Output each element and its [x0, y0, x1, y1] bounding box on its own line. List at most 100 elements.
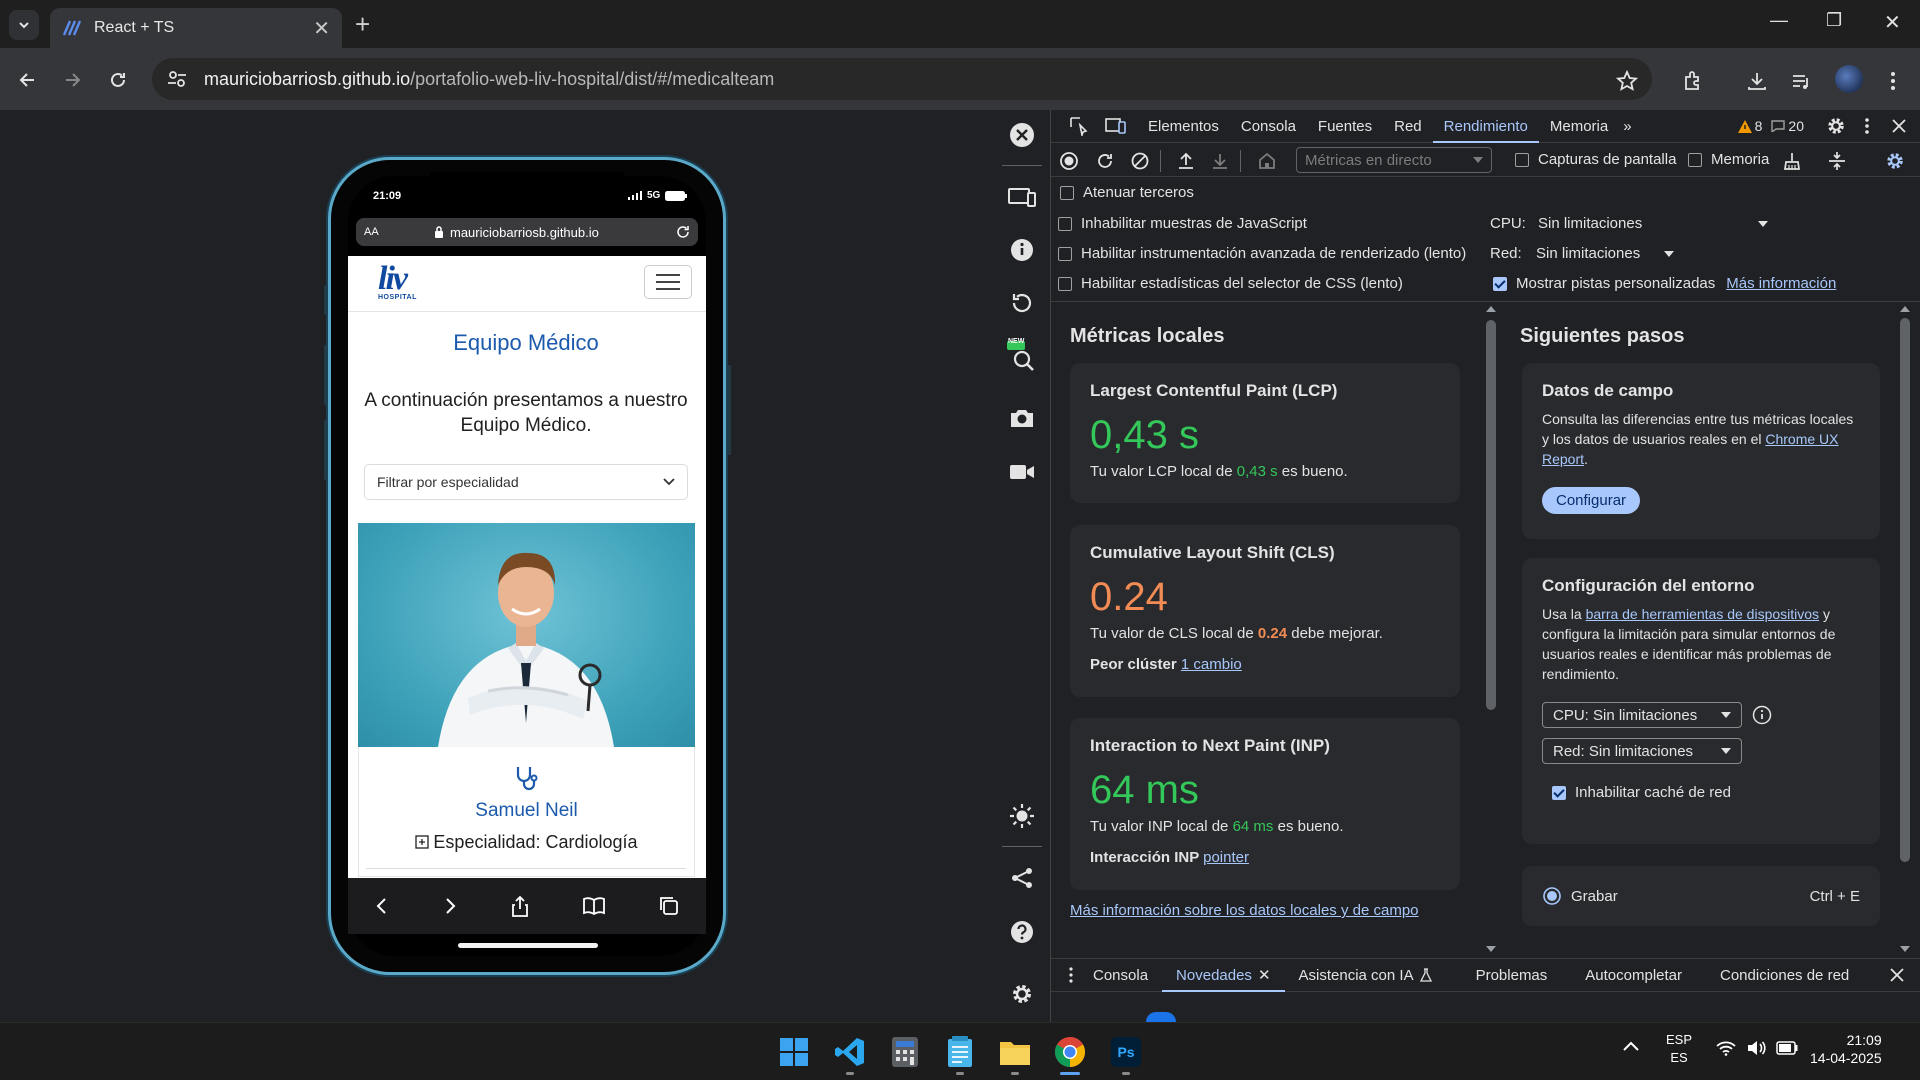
devtools-close-icon[interactable]: [1892, 119, 1906, 133]
extensions-icon[interactable]: [1680, 68, 1706, 94]
custom-tracks-checkbox[interactable]: Mostrar pistas personalizadas Más informa…: [1493, 275, 1836, 292]
forward-button[interactable]: [58, 66, 86, 94]
screenshot-button[interactable]: [1006, 402, 1038, 434]
drawer-tab-consola[interactable]: Consola: [1079, 958, 1162, 992]
record-button[interactable]: [1058, 150, 1080, 172]
home-button[interactable]: [1256, 150, 1278, 172]
metrics-scroll-thumb[interactable]: [1486, 320, 1496, 710]
tab-search-button[interactable]: [9, 10, 39, 40]
bookmark-star-icon[interactable]: [1614, 68, 1640, 94]
record-video-button[interactable]: [1006, 456, 1038, 488]
share-button[interactable]: [1006, 862, 1038, 894]
system-tray-icons[interactable]: [1716, 1040, 1798, 1056]
device-info-button[interactable]: [1006, 234, 1038, 266]
file-explorer-taskbar-button[interactable]: [995, 1032, 1035, 1072]
new-tab-button[interactable]: +: [355, 11, 370, 37]
device-toolbar-link[interactable]: barra de herramientas de dispositivos: [1586, 606, 1819, 622]
side-settings-button[interactable]: [1006, 978, 1038, 1010]
inspect-element-icon[interactable]: [1069, 116, 1089, 136]
reader-aa-button[interactable]: AA: [364, 226, 434, 238]
phone-address-bar[interactable]: AA mauriciobarriosb.github.io: [356, 218, 698, 246]
tab-consola[interactable]: Consola: [1230, 110, 1307, 143]
capture-settings-button[interactable]: [1884, 150, 1906, 172]
phone-forward-icon[interactable]: [442, 896, 458, 916]
show-more-settings-button[interactable]: [1826, 150, 1848, 172]
network-throttle-select[interactable]: Sin limitaciones: [1536, 245, 1674, 262]
rotate-button[interactable]: [1006, 287, 1038, 319]
drawer-tab-autocompletar[interactable]: Autocompletar: [1571, 958, 1696, 992]
record-card[interactable]: Grabar Ctrl + E: [1522, 866, 1880, 926]
tabs-icon[interactable]: [658, 895, 680, 917]
garbage-collect-button[interactable]: [1781, 150, 1803, 172]
tab-memoria[interactable]: Memoria: [1539, 110, 1619, 143]
browser-menu-icon[interactable]: [1880, 68, 1906, 94]
dim-third-parties-checkbox[interactable]: Atenuar terceros: [1060, 184, 1194, 201]
screenshots-checkbox[interactable]: Capturas de pantalla: [1515, 151, 1676, 168]
hamburger-menu-button[interactable]: [644, 265, 692, 299]
tab-fuentes[interactable]: Fuentes: [1307, 110, 1383, 143]
input-language[interactable]: ESP ES: [1666, 1031, 1692, 1067]
warnings-counter[interactable]: 8 20: [1737, 118, 1804, 134]
restore-icon[interactable]: ❐: [1826, 10, 1842, 31]
memory-checkbox[interactable]: Memoria: [1688, 151, 1769, 168]
css-selector-stats-checkbox[interactable]: Habilitar estadísticas del selector de C…: [1058, 275, 1403, 292]
share-icon[interactable]: [510, 895, 530, 917]
window-close-icon[interactable]: ✕: [1884, 10, 1901, 35]
more-info-link[interactable]: Más información: [1726, 275, 1836, 292]
devtools-menu-icon[interactable]: [1864, 117, 1870, 135]
help-button[interactable]: [1006, 916, 1038, 948]
start-button[interactable]: [774, 1032, 814, 1072]
drawer-tab-problemas[interactable]: Problemas: [1462, 958, 1562, 992]
more-tabs-button[interactable]: »: [1619, 110, 1635, 143]
clear-button[interactable]: [1129, 150, 1151, 172]
advanced-rendering-checkbox[interactable]: Habilitar instrumentación avanzada de re…: [1058, 245, 1466, 262]
device-type-button[interactable]: [1006, 181, 1038, 213]
bookmarks-icon[interactable]: [582, 896, 606, 916]
env-cpu-select[interactable]: CPU: Sin limitaciones: [1542, 702, 1742, 728]
cpu-throttle-select[interactable]: Sin limitaciones: [1538, 215, 1768, 232]
local-field-data-link[interactable]: Más información sobre los datos locales …: [1070, 902, 1419, 919]
env-network-select[interactable]: Red: Sin limitaciones: [1542, 738, 1742, 764]
drawer-tab-condiciones-red[interactable]: Condiciones de red: [1706, 958, 1863, 992]
disable-js-samples-checkbox[interactable]: Inhabilitar muestras de JavaScript: [1058, 215, 1307, 232]
drawer-tab-close-icon[interactable]: ✕: [1258, 966, 1271, 984]
upload-profile-button[interactable]: [1175, 150, 1197, 172]
profile-avatar[interactable]: [1835, 65, 1863, 93]
photoshop-taskbar-button[interactable]: Ps: [1106, 1032, 1146, 1072]
tab-rendimiento[interactable]: Rendimiento: [1432, 110, 1540, 143]
disable-cache-checkbox[interactable]: Inhabilitar caché de red: [1552, 784, 1860, 801]
drawer-close-icon[interactable]: [1890, 968, 1904, 982]
tab-elementos[interactable]: Elementos: [1137, 110, 1230, 143]
liv-hospital-logo[interactable]: liv HOSPITAL: [378, 262, 417, 302]
next-steps-scroll-thumb[interactable]: [1900, 318, 1910, 862]
inp-interaction-link[interactable]: pointer: [1203, 849, 1249, 866]
vscode-taskbar-button[interactable]: [830, 1032, 870, 1072]
cls-cluster-link[interactable]: 1 cambio: [1181, 656, 1242, 673]
taskbar-clock[interactable]: 21:09 14-04-2025: [1810, 1031, 1882, 1067]
reload-record-button[interactable]: [1094, 150, 1116, 172]
chrome-taskbar-button[interactable]: [1050, 1032, 1090, 1072]
info-outline-icon[interactable]: [1752, 705, 1772, 725]
device-toolbar-icon[interactable]: [1105, 116, 1127, 136]
drawer-menu-icon[interactable]: [1063, 967, 1079, 983]
downloads-icon[interactable]: [1744, 68, 1770, 94]
download-profile-button[interactable]: [1209, 150, 1231, 172]
address-bar[interactable]: mauriciobarriosb.github.io/portafolio-we…: [152, 58, 1652, 100]
media-controls-icon[interactable]: [1788, 68, 1814, 94]
close-emulation-button[interactable]: [1006, 119, 1038, 151]
browser-tab[interactable]: React + TS ✕: [50, 8, 342, 48]
calculator-taskbar-button[interactable]: [885, 1032, 925, 1072]
minimize-icon[interactable]: —: [1770, 10, 1788, 31]
metrics-dropdown[interactable]: Métricas en directo: [1296, 147, 1492, 173]
tab-red[interactable]: Red: [1383, 110, 1433, 143]
phone-back-icon[interactable]: [374, 896, 390, 916]
drawer-tab-novedades[interactable]: Novedades ✕: [1162, 958, 1285, 992]
back-button[interactable]: [14, 66, 42, 94]
configure-button[interactable]: Configurar: [1542, 487, 1641, 514]
tray-overflow-icon[interactable]: [1622, 1040, 1640, 1052]
tab-close-icon[interactable]: ✕: [313, 16, 330, 41]
devtools-settings-icon[interactable]: [1826, 116, 1846, 136]
record-action[interactable]: Grabar: [1542, 886, 1618, 906]
drawer-tab-ia[interactable]: Asistencia con IA: [1285, 958, 1446, 992]
notepad-taskbar-button[interactable]: [940, 1032, 980, 1072]
